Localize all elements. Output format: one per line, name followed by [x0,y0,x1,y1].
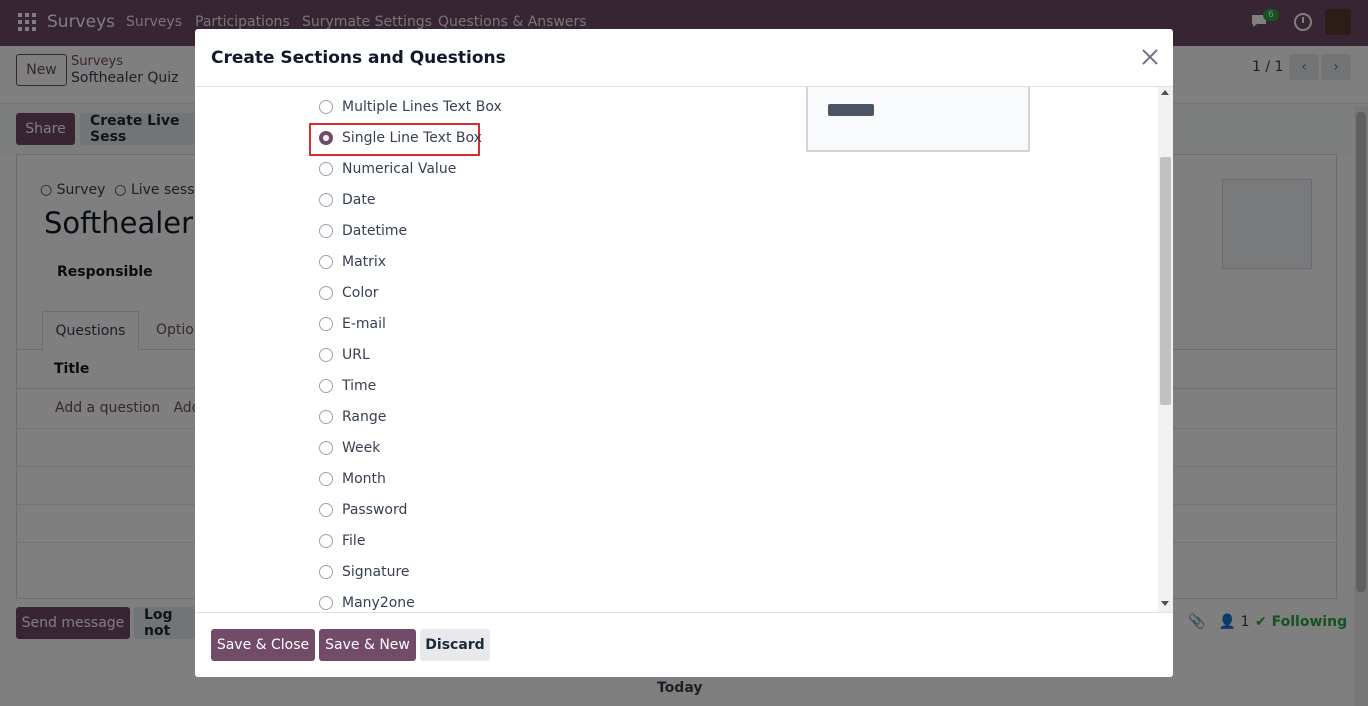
question-type-option[interactable]: Numerical Value [319,158,456,180]
save-close-button[interactable]: Save & Close [211,629,315,661]
question-type-option[interactable]: Single Line Text Box [319,127,482,149]
question-type-label: Date [342,192,376,208]
dialog-body: Multiple Lines Text Box Single Line Text … [195,87,1173,612]
radio-button[interactable] [319,348,333,362]
dialog-footer: Save & Close Save & New Discard [195,612,1173,677]
dialog-title: Create Sections and Questions [211,48,506,68]
question-type-label: Month [342,471,386,487]
radio-button[interactable] [319,441,333,455]
radio-button[interactable] [319,472,333,486]
question-type-option[interactable]: Month [319,468,386,490]
question-type-label: Many2one [342,595,415,611]
question-type-label: Password [342,502,408,518]
radio-button[interactable] [319,286,333,300]
question-type-label: Multiple Lines Text Box [342,99,502,115]
question-type-label: Matrix [342,254,387,270]
radio-button[interactable] [319,162,333,176]
question-type-option[interactable]: Color [319,282,379,304]
radio-button[interactable] [319,410,333,424]
question-type-option[interactable]: Datetime [319,220,407,242]
radio-button[interactable] [319,565,333,579]
radio-button[interactable] [319,100,333,114]
radio-button[interactable] [319,317,333,331]
question-type-label: File [342,533,366,549]
question-type-option[interactable]: Date [319,189,375,211]
question-type-option[interactable]: Time [319,375,376,397]
question-type-option[interactable]: Week [319,437,380,459]
close-icon[interactable] [1140,47,1160,67]
question-type-option[interactable]: Signature [319,561,410,583]
scroll-up-icon[interactable] [1161,90,1169,95]
question-type-preview [806,87,1030,152]
question-type-option[interactable]: URL [319,344,370,366]
discard-button[interactable]: Discard [420,629,490,661]
question-type-label: Week [342,440,381,456]
radio-button[interactable] [319,224,333,238]
radio-button[interactable] [319,596,333,610]
question-type-label: Datetime [342,223,408,239]
question-type-option[interactable]: Many2one [319,592,415,612]
question-type-option[interactable]: Multiple Lines Text Box [319,96,502,118]
radio-button[interactable] [319,379,333,393]
radio-button[interactable] [319,131,333,145]
question-type-label: Numerical Value [342,161,457,177]
question-type-option[interactable]: Matrix [319,251,386,273]
question-type-label: E-mail [342,316,386,332]
dialog-header: Create Sections and Questions [195,29,1173,87]
question-type-label: Color [342,285,379,301]
radio-button[interactable] [319,534,333,548]
question-type-label: Time [342,378,377,394]
radio-button[interactable] [319,503,333,517]
radio-button[interactable] [319,255,333,269]
question-type-option[interactable]: Range [319,406,386,428]
dialog-scrollbar[interactable] [1158,87,1173,612]
radio-button[interactable] [319,193,333,207]
save-new-button[interactable]: Save & New [319,629,416,661]
question-type-option[interactable]: Password [319,499,407,521]
question-type-label: Signature [342,564,410,580]
scroll-thumb[interactable] [1160,157,1171,405]
scroll-down-icon[interactable] [1161,601,1169,606]
question-type-option[interactable]: File [319,530,365,552]
question-type-label: Range [342,409,387,425]
question-type-option[interactable]: E-mail [319,313,386,335]
question-type-label: Single Line Text Box [342,130,482,146]
question-type-label: URL [342,347,370,363]
create-sections-questions-dialog: Create Sections and Questions Multiple L… [195,29,1173,677]
